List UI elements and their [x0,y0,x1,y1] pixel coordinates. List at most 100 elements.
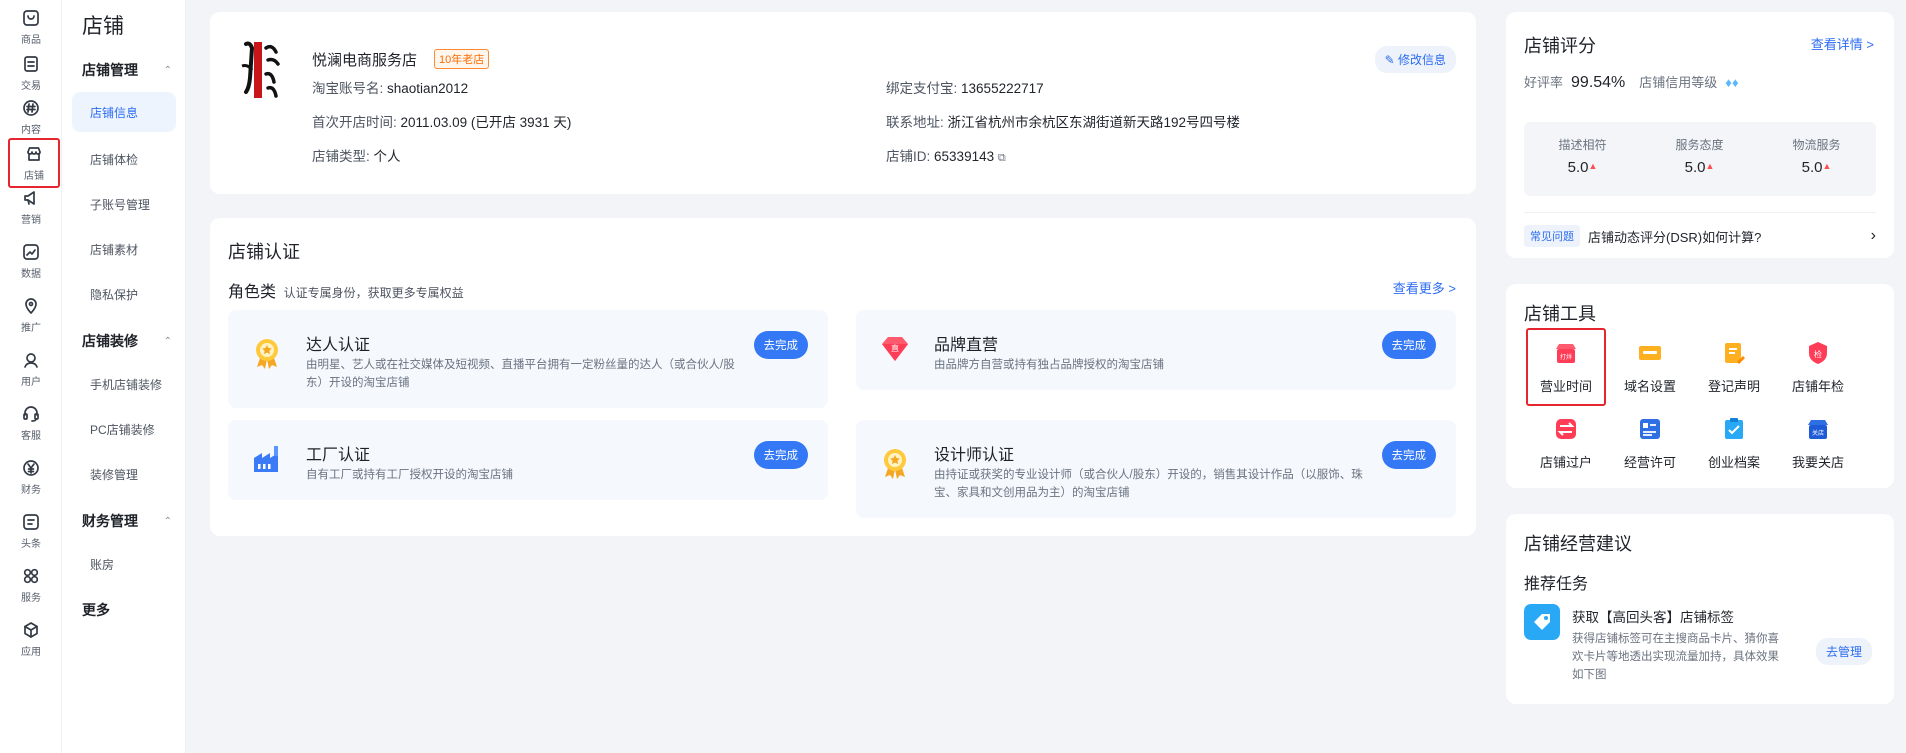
nav-group-finance[interactable]: 财务管理 ⌃ [82,511,172,531]
rail-label: 数据 [21,269,41,280]
complete-designer-button[interactable]: 去完成 [1381,441,1436,469]
edit-info-label: 修改信息 [1397,53,1446,67]
view-more-link[interactable]: 查看更多 > [1393,278,1456,297]
sub-navigation: 店铺 店铺管理 ⌃ 店铺信息 店铺体检 子账号管理 店铺素材 隐私保护 店铺装修… [62,0,186,753]
address-label: 联系地址: [886,115,944,130]
complete-factory-button[interactable]: 去完成 [753,441,808,469]
faq-tag: 常见问题 [1524,225,1580,247]
tool-registration-statement[interactable]: 登记声明 [1694,330,1774,398]
copy-icon[interactable]: ⧉ [998,152,1006,164]
nav-group-store-manage[interactable]: 店铺管理 ⌃ [82,60,172,80]
startup-archive-icon [1725,418,1743,439]
role-category-desc: 认证专属身份，获取更多专属权益 [283,286,464,300]
dsr-value-row: 5.0▲ [1758,159,1875,176]
dsr-service: 服务态度 5.0▲ [1641,136,1758,176]
dsr-label: 描述相符 [1558,138,1607,152]
dsr-value-row: 5.0▲ [1524,159,1641,176]
dsr-faq-row[interactable]: 常见问题 店铺动态评分(DSR)如何计算? › [1524,225,1876,247]
rail-label: 内容 [21,125,41,136]
trade-icon [24,56,38,72]
rail-item-promotion[interactable]: 推广 [0,290,62,340]
tool-close-store[interactable]: 关店 我要关店 [1778,406,1858,474]
role-category-header: 角色类 认证专属身份，获取更多专属权益 [228,278,464,302]
cert-item-title: 达人认证 [306,337,371,354]
tool-label: 登记声明 [1707,379,1760,394]
tool-business-license[interactable]: 经营许可 [1610,406,1690,474]
rail-label: 营销 [21,215,41,226]
nav-item-decor-manage[interactable]: 装修管理 [90,466,138,483]
task-desc: 获得店铺标签可在主搜商品卡片、猜你喜欢卡片等地透出实现流量加持，具体效果如下图 [1572,633,1779,681]
role-category-label: 角色类 [228,284,277,301]
rail-item-product[interactable]: 商品 [0,2,62,52]
arrow-up-icon: ▲ [1822,161,1832,171]
nav-group-store-decor[interactable]: 店铺装修 ⌃ [82,331,172,351]
tool-business-hours[interactable]: 打烊 营业时间 [1526,328,1606,406]
rail-item-customer-service[interactable]: 客服 [0,398,62,448]
rail-label: 商品 [21,35,41,46]
rail-item-store[interactable]: 店铺 [8,138,60,188]
nav-item-store-assets[interactable]: 店铺素材 [90,241,138,258]
svg-text:关店: 关店 [1812,429,1824,437]
complete-brand-button[interactable]: 去完成 [1381,331,1436,359]
data-icon [23,244,39,260]
rail-item-marketing[interactable]: 营销 [0,182,62,232]
svg-text:打烊: 打烊 [1560,353,1572,361]
user-icon [24,353,38,368]
nav-item-store-checkup[interactable]: 店铺体检 [90,151,138,168]
nav-item-pc-decor[interactable]: PC店铺装修 [90,421,155,438]
rail-label: 推广 [21,323,41,334]
marketing-icon [24,191,35,205]
cert-item-title: 工厂认证 [306,447,371,464]
shop-id-row: 店铺ID: 65339143 ⧉ [886,145,1006,165]
rail-item-finance[interactable]: 财务 [0,452,62,502]
dsr-value: 5.0 [1801,159,1823,176]
subnav-title: 店铺 [82,15,124,38]
nav-item-sub-accounts[interactable]: 子账号管理 [90,196,150,213]
complete-talent-button[interactable]: 去完成 [753,331,808,359]
pencil-icon: ✎ [1384,53,1395,67]
dsr-value: 5.0 [1567,159,1589,176]
rail-item-apps[interactable]: 应用 [0,614,62,664]
rail-item-data[interactable]: 数据 [0,236,62,286]
nav-item-privacy[interactable]: 隐私保护 [90,286,138,303]
svg-text:直: 直 [891,343,899,353]
business-hours-icon: 打烊 [1556,344,1576,363]
nav-more-label: 更多 [82,602,110,618]
arrow-up-icon: ▲ [1705,161,1715,171]
open-date-row: 首次开店时间: 2011.03.09 (已开店 3931 天) [312,111,571,131]
nav-item-more[interactable]: 更多 [82,600,172,620]
dsr-logistics: 物流服务 5.0▲ [1758,136,1875,176]
rail-item-user[interactable]: 用户 [0,344,62,394]
rail-item-headline[interactable]: 头条 [0,506,62,556]
nav-item-store-info[interactable]: 店铺信息 [72,92,176,132]
account-name-row: 淘宝账号名: shaotian2012 [312,77,468,97]
rail-item-content[interactable]: 内容 [0,92,62,142]
account-name-label: 淘宝账号名: [312,81,384,96]
address-value: 浙江省杭州市余杭区东湖街道新天路192号四号楼 [947,115,1241,130]
faq-question: 店铺动态评分(DSR)如何计算? [1588,229,1762,245]
chevron-up-icon: ⌃ [163,515,172,527]
rail-item-trade[interactable]: 交易 [0,48,62,98]
close-store-icon: 关店 [1808,420,1828,439]
nav-item-ledger[interactable]: 账房 [90,556,114,573]
cert-item-brand: 直 品牌直营 由品牌方自营或持有独占品牌授权的淘宝店铺 去完成 [856,310,1456,390]
account-name-value: shaotian2012 [387,81,469,96]
tool-label: 店铺过户 [1539,455,1592,470]
go-manage-button[interactable]: 去管理 [1815,638,1872,665]
tool-startup-archive[interactable]: 创业档案 [1694,406,1774,474]
tool-label: 我要关店 [1791,455,1844,470]
rail-label: 头条 [21,539,41,550]
shop-id-label: 店铺ID: [886,149,931,164]
tool-domain-settings[interactable]: 域名设置 [1610,330,1690,398]
rail-item-service[interactable]: 服务 [0,560,62,610]
tool-store-transfer[interactable]: 店铺过户 [1526,406,1606,474]
nav-item-mobile-decor[interactable]: 手机店铺装修 [90,376,162,393]
cert-item-desc: 自有工厂或持有工厂授权开设的淘宝店铺 [306,469,513,481]
product-icon [23,10,39,26]
dsr-box: 描述相符 5.0▲ 服务态度 5.0▲ 物流服务 5.0▲ [1524,122,1876,196]
view-details-link[interactable]: 查看详情 > [1811,34,1874,53]
tool-annual-inspection[interactable]: 检 店铺年检 [1778,330,1858,398]
open-date-label: 首次开店时间: [312,115,397,130]
edit-info-button[interactable]: ✎ 修改信息 [1374,46,1456,73]
svg-text:检: 检 [1814,349,1822,359]
